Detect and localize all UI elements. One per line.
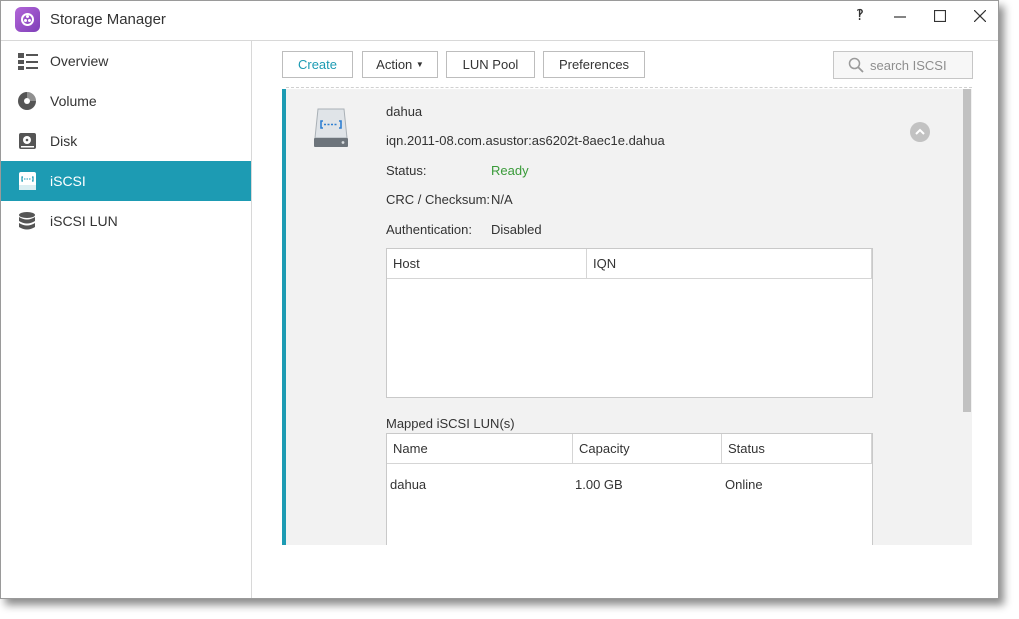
close-button[interactable] bbox=[963, 5, 997, 27]
sidebar-item-label: iSCSI bbox=[50, 173, 86, 189]
iscsi-target-disk-icon bbox=[314, 108, 348, 147]
sidebar-item-label: Overview bbox=[50, 53, 109, 69]
panel-bottom-area bbox=[253, 545, 998, 598]
search-placeholder: search ISCSI bbox=[870, 58, 947, 73]
storage-manager-window: Storage Manager ‽ Overview Volume Disk i… bbox=[0, 0, 999, 599]
target-iqn: iqn.2011-08.com.asustor:as6202t-8aec1e.d… bbox=[386, 133, 665, 148]
sidebar-item-disk[interactable]: Disk bbox=[1, 121, 251, 161]
overview-list-icon bbox=[18, 53, 38, 70]
chevron-up-icon bbox=[915, 128, 925, 135]
sidebar-item-label: Volume bbox=[50, 93, 97, 109]
lun-pool-button[interactable]: LUN Pool bbox=[446, 51, 535, 78]
close-icon bbox=[974, 10, 986, 22]
divider bbox=[286, 87, 972, 88]
volume-disc-icon bbox=[18, 92, 36, 110]
action-label: Action bbox=[376, 57, 413, 72]
table-row[interactable]: dahua 1.00 GB Online bbox=[387, 465, 872, 501]
iscsi-lun-stack-icon bbox=[19, 212, 35, 230]
lun-name-cell: dahua bbox=[390, 477, 427, 492]
sidebar-item-iscsi-lun[interactable]: iSCSI LUN bbox=[1, 201, 251, 241]
sidebar: Overview Volume Disk iSCSI iSCSI LUN bbox=[1, 41, 252, 598]
create-button[interactable]: Create bbox=[282, 51, 353, 78]
search-input[interactable]: search ISCSI bbox=[833, 51, 973, 79]
window-title: Storage Manager bbox=[50, 11, 166, 28]
storage-manager-app-icon bbox=[15, 7, 40, 32]
sidebar-item-label: Disk bbox=[50, 133, 78, 149]
minimize-button[interactable] bbox=[883, 5, 917, 27]
column-header-status[interactable]: Status bbox=[722, 434, 872, 464]
collapse-button[interactable] bbox=[910, 122, 930, 142]
minimize-icon bbox=[894, 16, 906, 18]
column-header-iqn[interactable]: IQN bbox=[587, 249, 872, 279]
help-icon: ‽ bbox=[856, 7, 864, 24]
lun-capacity-cell: 1.00 GB bbox=[575, 477, 623, 492]
crc-checksum-value: N/A bbox=[491, 192, 513, 207]
sidebar-item-volume[interactable]: Volume bbox=[1, 81, 251, 121]
column-header-name[interactable]: Name bbox=[387, 434, 573, 464]
column-header-host[interactable]: Host bbox=[387, 249, 587, 279]
search-icon bbox=[848, 57, 864, 73]
column-header-capacity[interactable]: Capacity bbox=[573, 434, 722, 464]
sidebar-item-iscsi[interactable]: iSCSI bbox=[1, 161, 251, 201]
target-name: dahua bbox=[386, 104, 423, 119]
authentication-value: Disabled bbox=[491, 222, 542, 237]
mapped-lun-section-title: Mapped iSCSI LUN(s) bbox=[386, 416, 515, 431]
action-dropdown-button[interactable]: Action ▼ bbox=[362, 51, 438, 78]
disk-drive-icon bbox=[19, 133, 36, 149]
maximize-button[interactable] bbox=[923, 5, 957, 27]
sidebar-item-overview[interactable]: Overview bbox=[1, 41, 251, 81]
sidebar-item-label: iSCSI LUN bbox=[50, 213, 118, 229]
maximize-icon bbox=[934, 10, 946, 22]
status-label: Status: bbox=[386, 163, 427, 178]
preferences-button[interactable]: Preferences bbox=[543, 51, 645, 78]
mapped-lun-table: Name Capacity Status dahua 1.00 GB Onlin… bbox=[386, 433, 873, 563]
host-table: Host IQN bbox=[386, 248, 873, 398]
scrollbar-thumb[interactable] bbox=[963, 89, 971, 412]
crc-checksum-label: CRC / Checksum: bbox=[386, 192, 491, 207]
status-value: Ready bbox=[491, 163, 529, 178]
title-bar: Storage Manager ‽ bbox=[1, 1, 998, 41]
iscsi-target-icon bbox=[19, 172, 36, 190]
caret-down-icon: ▼ bbox=[415, 60, 424, 69]
lun-status-cell: Online bbox=[725, 477, 763, 492]
authentication-label: Authentication: bbox=[386, 222, 473, 237]
help-button[interactable]: ‽ bbox=[843, 5, 877, 27]
